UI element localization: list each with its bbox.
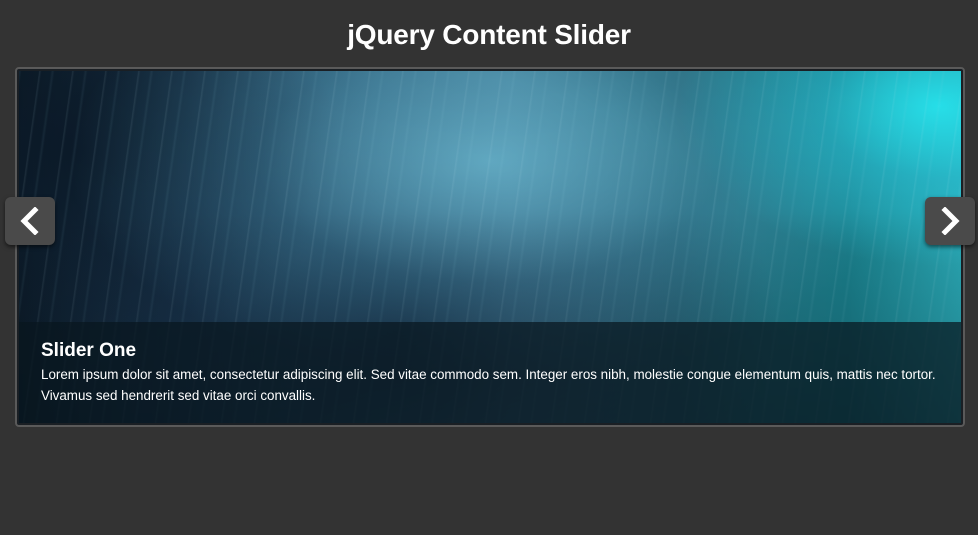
chevron-right-icon <box>939 207 961 235</box>
next-slide-button[interactable] <box>925 197 975 245</box>
slide-title: Slider One <box>41 340 137 361</box>
previous-slide-button[interactable] <box>5 197 55 245</box>
page-title: jQuery Content Slider <box>347 19 631 50</box>
chevron-left-icon <box>19 207 41 235</box>
slide-description: Lorem ipsum dolor sit amet, consectetur … <box>41 367 936 403</box>
content-slider: Slider One Lorem ipsum dolor sit amet, c… <box>15 67 965 427</box>
slide-caption: Slider One Lorem ipsum dolor sit amet, c… <box>19 322 961 423</box>
